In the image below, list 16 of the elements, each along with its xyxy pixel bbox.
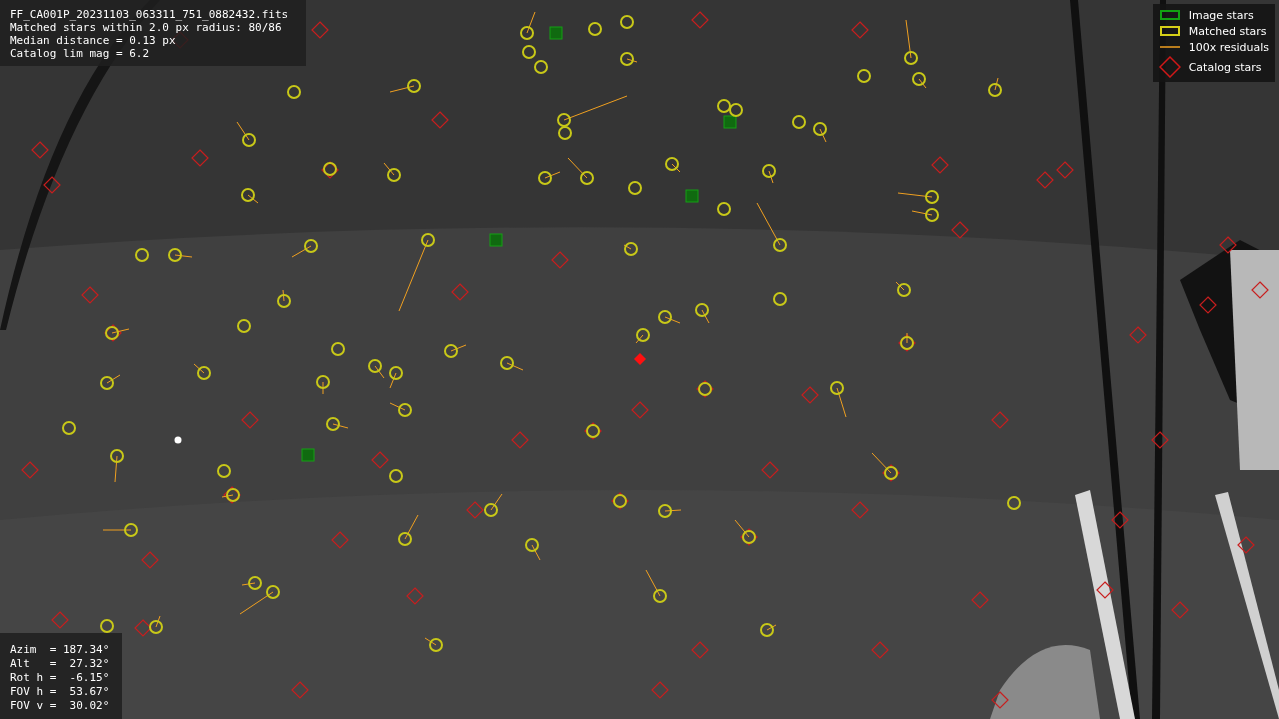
pointing-line: FOV h = 53.67° xyxy=(10,685,111,699)
catalog-legend-icon xyxy=(1158,56,1181,78)
legend-label: 100x residuals xyxy=(1188,40,1269,54)
image-legend-icon xyxy=(1158,8,1181,22)
legend-label: Image stars xyxy=(1188,8,1254,22)
legend-label: Catalog stars xyxy=(1188,60,1262,74)
pointing-line: Alt = 27.32° xyxy=(10,657,111,671)
pointing-line: Rot h = -6.15° xyxy=(10,671,111,685)
legend-label: Matched stars xyxy=(1188,24,1267,38)
info-line: Median distance = 0.13 px xyxy=(10,34,177,47)
matched-legend-icon xyxy=(1158,24,1181,38)
info-line: Catalog lim mag = 6.2 xyxy=(10,47,151,60)
pointing-line: Azim = 187.34° xyxy=(10,643,111,657)
info-line: Matched stars within 2.0 px radius: 80/86 xyxy=(10,21,283,34)
pointing-line: FOV v = 30.02° xyxy=(10,699,111,713)
info-line: FF_CA001P_20231103_063311_751_0882432.fits xyxy=(10,8,290,21)
